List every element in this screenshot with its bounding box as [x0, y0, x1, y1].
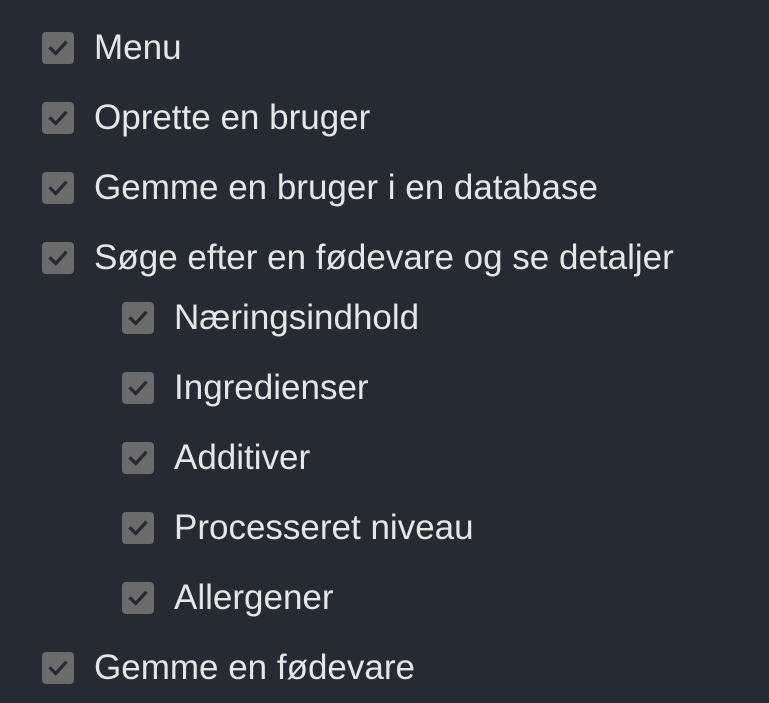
task-label: Gemme en bruger i en database: [94, 168, 598, 207]
task-label: Processeret niveau: [174, 508, 474, 547]
task-list: Menu Oprette en bruger Gemme en bruger i…: [0, 0, 769, 703]
checked-checkbox-icon[interactable]: [42, 652, 74, 684]
checked-checkbox-icon[interactable]: [122, 372, 154, 404]
task-label: Allergener: [174, 578, 334, 617]
task-label: Menu: [94, 28, 182, 67]
checked-checkbox-icon[interactable]: [42, 172, 74, 204]
checked-checkbox-icon[interactable]: [122, 582, 154, 614]
checked-checkbox-icon[interactable]: [42, 32, 74, 64]
checked-checkbox-icon[interactable]: [122, 442, 154, 474]
task-label: Næringsindhold: [174, 298, 420, 337]
task-label: Gemme en fødevare: [94, 648, 415, 687]
task-label: Additiver: [174, 438, 311, 477]
task-label: Oprette en bruger: [94, 98, 371, 137]
checked-checkbox-icon[interactable]: [42, 102, 74, 134]
checked-checkbox-icon[interactable]: [122, 302, 154, 334]
task-label: Søge efter en fødevare og se detaljer: [94, 238, 674, 277]
task-label: Ingredienser: [174, 368, 369, 407]
checked-checkbox-icon[interactable]: [42, 242, 74, 274]
checked-checkbox-icon[interactable]: [122, 512, 154, 544]
